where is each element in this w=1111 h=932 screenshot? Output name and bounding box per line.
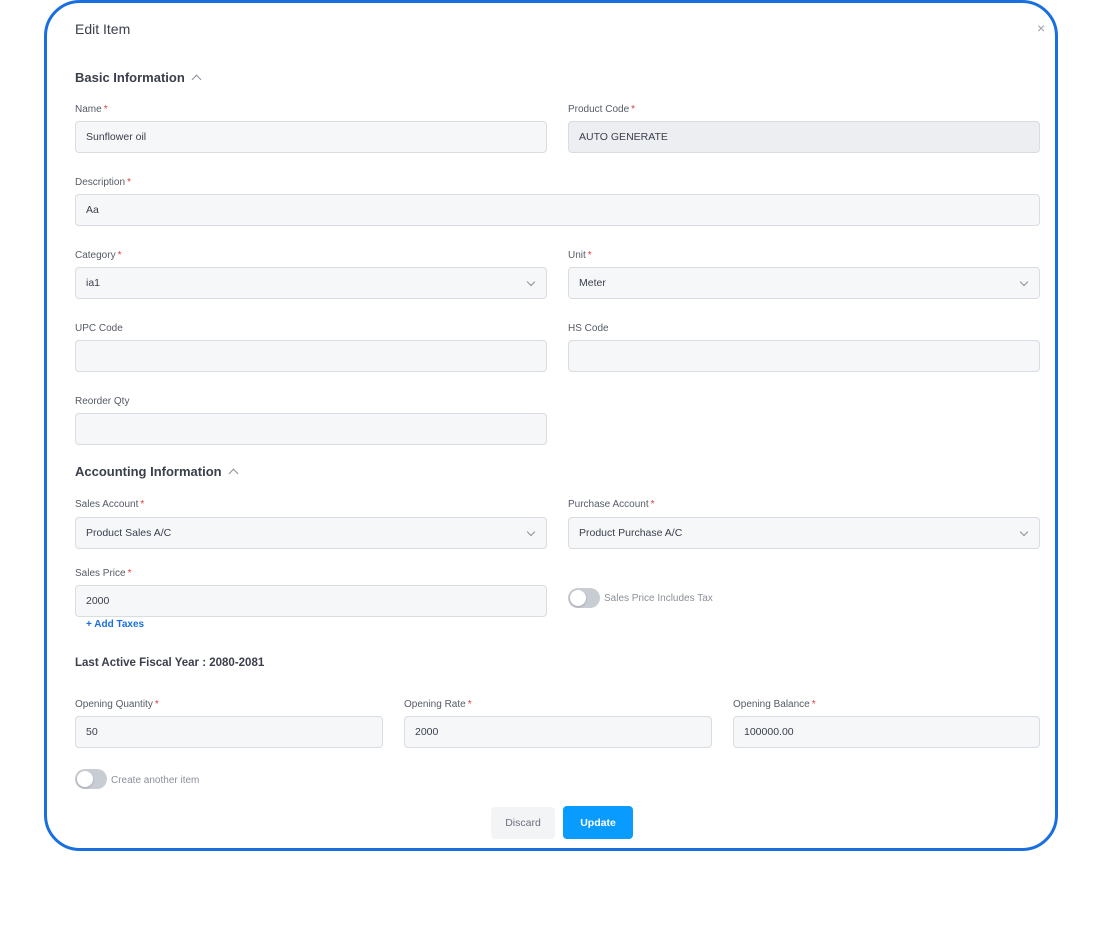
chevron-down-icon: [1019, 527, 1029, 537]
tax-inclusive-toggle[interactable]: [568, 588, 600, 608]
update-button[interactable]: Update: [563, 806, 633, 839]
add-taxes-link[interactable]: + Add Taxes: [86, 619, 144, 630]
purchase-account-label: Purchase Account *: [568, 499, 655, 510]
required-marker: *: [103, 104, 108, 115]
required-marker: *: [587, 250, 592, 261]
sales-price-label: Sales Price *: [75, 568, 132, 579]
chevron-down-icon: [526, 527, 536, 537]
dialog-title: Edit Item: [75, 21, 131, 37]
opening-quantity-input[interactable]: 50: [75, 716, 383, 748]
required-marker: *: [631, 104, 636, 115]
sales-price-input[interactable]: 2000: [75, 585, 547, 617]
sales-account-select[interactable]: Product Sales A/C: [75, 517, 547, 549]
toggle-knob: [570, 590, 586, 606]
required-marker: *: [127, 568, 132, 579]
reorder-qty-label: Reorder Qty: [75, 396, 130, 407]
hs-code-label: HS Code: [568, 323, 609, 334]
create-another-toggle[interactable]: [75, 769, 107, 789]
section-title: Accounting Information: [75, 464, 222, 479]
sales-account-label: Sales Account *: [75, 499, 145, 510]
product-code-input: AUTO GENERATE: [568, 121, 1040, 153]
required-marker: *: [467, 699, 472, 710]
tax-inclusive-label: Sales Price Includes Tax: [604, 593, 713, 604]
toggle-knob: [77, 771, 93, 787]
section-title: Basic Information: [75, 70, 185, 85]
description-label: Description *: [75, 177, 131, 188]
required-marker: *: [140, 499, 145, 510]
section-accounting-information[interactable]: Accounting Information: [75, 464, 239, 479]
reorder-qty-input[interactable]: [75, 413, 547, 445]
opening-balance-label: Opening Balance *: [733, 699, 816, 710]
edit-item-dialog: Edit Item × Basic Information Name * Sunf…: [44, 0, 1058, 851]
chevron-down-icon: [1019, 277, 1029, 287]
unit-select[interactable]: Meter: [568, 267, 1040, 299]
discard-button[interactable]: Discard: [491, 807, 555, 839]
section-basic-information[interactable]: Basic Information: [75, 70, 202, 85]
opening-rate-input[interactable]: 2000: [404, 716, 712, 748]
required-marker: *: [154, 699, 159, 710]
description-input[interactable]: Aa: [75, 194, 1040, 226]
required-marker: *: [811, 699, 816, 710]
category-label: Category *: [75, 250, 122, 261]
purchase-account-select[interactable]: Product Purchase A/C: [568, 517, 1040, 549]
category-select[interactable]: ia1: [75, 267, 547, 299]
name-input[interactable]: Sunflower oil: [75, 121, 547, 153]
chevron-up-icon: [191, 74, 202, 85]
opening-quantity-label: Opening Quantity *: [75, 699, 159, 710]
required-marker: *: [117, 250, 122, 261]
close-icon[interactable]: ×: [1037, 21, 1045, 35]
create-another-label: Create another item: [111, 775, 200, 786]
name-label: Name *: [75, 104, 108, 115]
fiscal-year-text: Last Active Fiscal Year : 2080-2081: [75, 657, 265, 669]
required-marker: *: [127, 177, 131, 188]
upc-code-label: UPC Code: [75, 323, 123, 334]
opening-balance-input[interactable]: 100000.00: [733, 716, 1040, 748]
required-marker: *: [650, 499, 655, 510]
unit-label: Unit *: [568, 250, 592, 261]
hs-code-input[interactable]: [568, 340, 1040, 372]
upc-code-input[interactable]: [75, 340, 547, 372]
product-code-label: Product Code *: [568, 104, 636, 115]
opening-rate-label: Opening Rate *: [404, 699, 472, 710]
chevron-up-icon: [228, 468, 239, 479]
chevron-down-icon: [526, 277, 536, 287]
